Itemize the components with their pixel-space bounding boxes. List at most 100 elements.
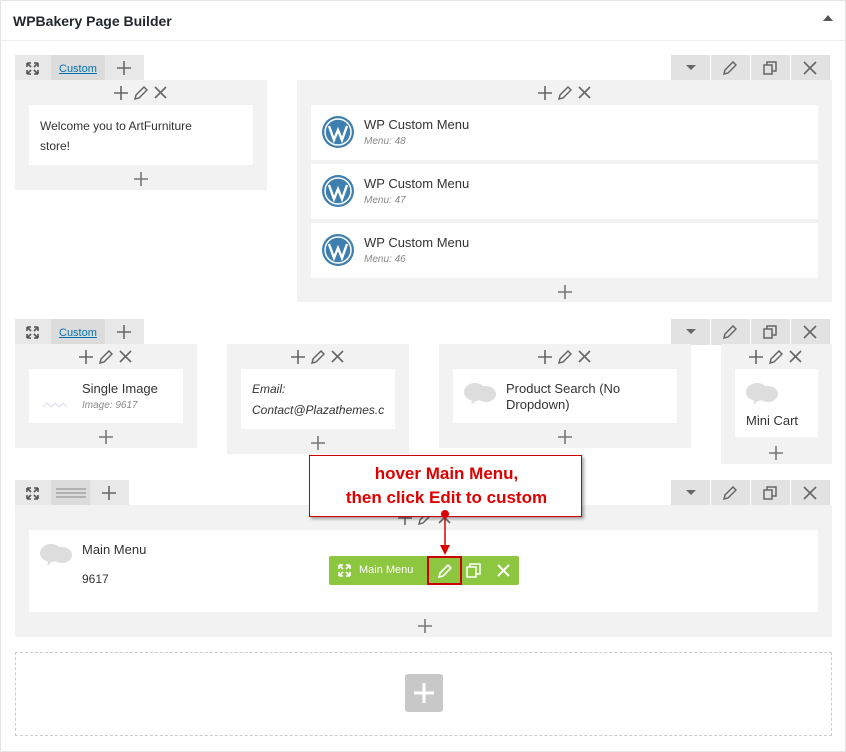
element-subtitle: Menu: 47 <box>364 195 406 206</box>
wp-custom-menu-element[interactable]: WP Custom Menu Menu: 48 <box>311 105 818 160</box>
clone-icon <box>763 325 777 339</box>
row2-column-4: Mini Cart <box>721 344 832 464</box>
product-search-element[interactable]: Product Search (No Dropdown) <box>453 369 677 423</box>
row3-layout-button[interactable] <box>51 480 90 506</box>
add-element-icon[interactable] <box>114 86 128 100</box>
row1-toggle-button[interactable] <box>671 55 710 81</box>
add-element-bottom-icon[interactable] <box>99 430 113 444</box>
edit-element-button[interactable] <box>427 556 462 585</box>
wordpress-icon <box>322 234 354 266</box>
row3-move-handle[interactable] <box>15 480 51 506</box>
add-element-icon[interactable] <box>538 86 552 100</box>
close-icon[interactable] <box>497 564 510 577</box>
add-element-bottom-icon[interactable] <box>558 430 572 444</box>
annotation-line: then click Edit to custom <box>345 488 548 507</box>
row1-clone-button[interactable] <box>751 55 790 81</box>
add-element-icon[interactable] <box>749 350 763 364</box>
plus-icon <box>117 61 131 75</box>
row2-clone-button[interactable] <box>751 319 790 345</box>
caret-down-icon <box>686 65 696 70</box>
add-element-bottom-icon[interactable] <box>769 446 783 460</box>
annotation-arrow <box>440 510 450 555</box>
element-title: Main Menu <box>82 542 147 557</box>
plus-icon <box>414 683 434 703</box>
add-element-icon[interactable] <box>79 350 93 364</box>
plus-icon <box>117 325 131 339</box>
row2-delete-button[interactable] <box>791 319 830 345</box>
delete-column-icon[interactable] <box>578 86 591 99</box>
single-image-element[interactable]: Single Image Image: 9617 <box>29 369 183 423</box>
text-line: Contact@Plazathemes.c <box>252 403 385 417</box>
row3-toggle-button[interactable] <box>671 480 710 506</box>
cloud-placeholder-icon <box>40 544 72 566</box>
row3-add-tab-button[interactable] <box>90 480 129 506</box>
wp-custom-menu-element[interactable]: WP Custom Menu Menu: 47 <box>311 164 818 219</box>
delete-column-icon[interactable] <box>331 350 344 363</box>
edit-column-icon[interactable] <box>558 350 572 364</box>
row2-add-tab-button[interactable] <box>105 319 144 345</box>
annotation-callout: hover Main Menu, then click Edit to cust… <box>309 455 582 517</box>
row2-column-1: Single Image Image: 9617 <box>15 344 197 448</box>
pencil-icon <box>723 325 737 339</box>
row2-edit-button[interactable] <box>711 319 750 345</box>
edit-column-icon[interactable] <box>134 86 148 100</box>
row2-tab-custom[interactable]: Custom <box>51 319 105 345</box>
hover-element-label: Main Menu <box>359 564 414 576</box>
add-row-button[interactable] <box>405 674 443 712</box>
mini-cart-element[interactable]: Mini Cart <box>735 369 818 437</box>
row1-add-tab-button[interactable] <box>105 55 144 81</box>
pencil-icon <box>438 564 452 578</box>
element-value: 9617 <box>82 572 109 586</box>
element-subtitle: Image: 9617 <box>82 400 138 411</box>
delete-column-icon[interactable] <box>789 350 802 363</box>
text-block-element[interactable]: Welcome you to ArtFurniture store! <box>29 105 253 165</box>
row1-edit-button[interactable] <box>711 55 750 81</box>
row1-delete-button[interactable] <box>791 55 830 81</box>
cloud-placeholder-icon <box>746 383 778 405</box>
edit-column-icon[interactable] <box>99 350 113 364</box>
text-line: Welcome you to ArtFurniture <box>40 119 192 133</box>
move-icon <box>26 487 39 500</box>
edit-column-icon[interactable] <box>769 350 783 364</box>
move-icon <box>26 326 39 339</box>
move-icon[interactable] <box>338 564 351 577</box>
add-row-dropzone[interactable] <box>15 652 832 736</box>
delete-column-icon[interactable] <box>578 350 591 363</box>
wordpress-icon <box>322 116 354 148</box>
row3-clone-button[interactable] <box>751 480 790 506</box>
wp-custom-menu-element[interactable]: WP Custom Menu Menu: 46 <box>311 223 818 278</box>
add-element-bottom-icon[interactable] <box>418 619 432 633</box>
element-title: WP Custom Menu <box>364 117 470 132</box>
row3-edit-button[interactable] <box>711 480 750 506</box>
row2-move-handle[interactable] <box>15 319 51 345</box>
add-element-icon[interactable] <box>291 350 305 364</box>
image-thumbnail-icon <box>42 402 68 408</box>
collapse-toggle-icon[interactable] <box>823 15 833 21</box>
close-icon <box>803 325 817 339</box>
text-block-element[interactable]: Email: Contact@Plazathemes.c <box>241 369 395 429</box>
row1-tab-custom[interactable]: Custom <box>51 55 105 81</box>
edit-column-icon[interactable] <box>558 86 572 100</box>
row2-column-2: Email: Contact@Plazathemes.c <box>227 344 409 454</box>
clone-icon <box>763 486 777 500</box>
row1-column-1: Welcome you to ArtFurniture store! <box>15 80 267 190</box>
add-element-icon[interactable] <box>538 350 552 364</box>
delete-column-icon[interactable] <box>154 86 167 99</box>
add-element-bottom-icon[interactable] <box>134 172 148 186</box>
text-line: Email: <box>252 382 286 396</box>
add-element-bottom-icon[interactable] <box>558 285 572 299</box>
layout-lines-icon <box>56 488 86 498</box>
row2-toggle-button[interactable] <box>671 319 710 345</box>
add-element-bottom-icon[interactable] <box>311 436 325 450</box>
clone-icon[interactable] <box>466 563 481 578</box>
row3-delete-button[interactable] <box>791 480 830 506</box>
edit-column-icon[interactable] <box>311 350 325 364</box>
pencil-icon <box>723 61 737 75</box>
row1-move-handle[interactable] <box>15 55 51 81</box>
panel-title: WPBakery Page Builder <box>13 13 172 29</box>
row2-column-3: Product Search (No Dropdown) <box>439 344 691 448</box>
delete-column-icon[interactable] <box>119 350 132 363</box>
pencil-icon <box>723 486 737 500</box>
close-icon <box>803 486 817 500</box>
wpbakery-panel: WPBakery Page Builder Custom Welcome you… <box>0 0 846 752</box>
